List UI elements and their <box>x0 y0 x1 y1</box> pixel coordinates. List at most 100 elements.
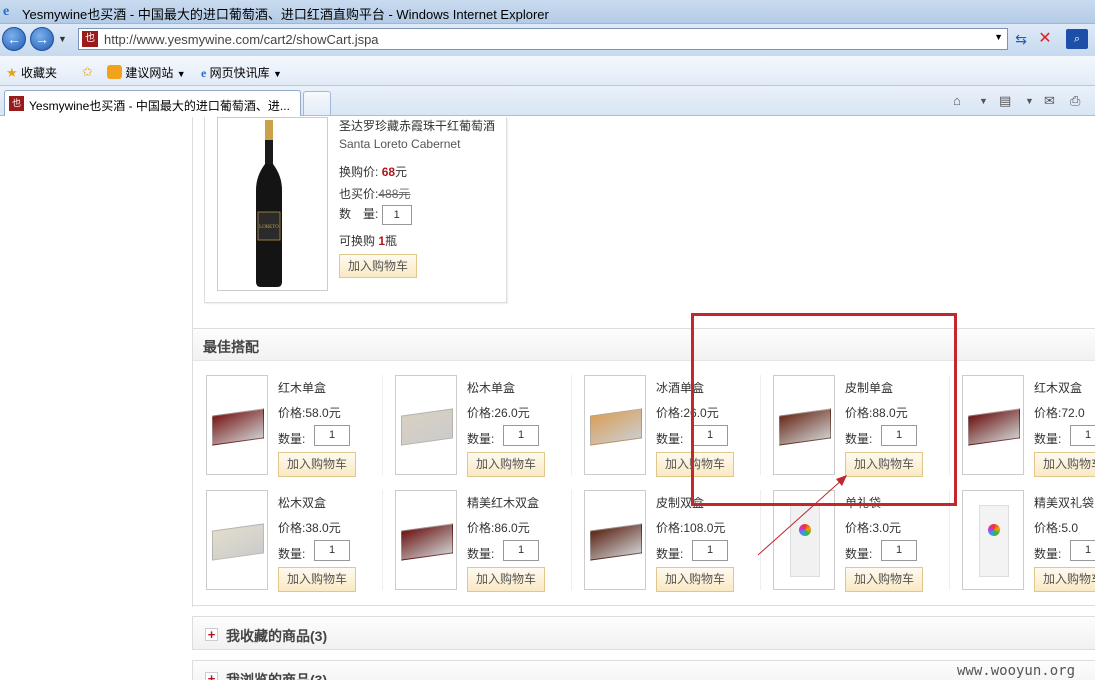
gift-box-image[interactable] <box>584 375 646 475</box>
wine-bottle-icon: LORETO <box>256 120 282 287</box>
best-match-item: 松木单盒价格:26.0元 数量: 1 加入购物车 <box>395 375 584 477</box>
suggested-sites-dropdown-icon: ▼ <box>176 69 186 79</box>
address-dropdown-icon[interactable]: ▼ <box>994 32 1003 42</box>
add-to-cart-button[interactable]: 加入购物车 <box>1034 452 1095 477</box>
expand-plus-icon[interactable]: + <box>205 672 218 680</box>
left-blank-area <box>0 117 192 680</box>
favorites-button[interactable]: ★ 收藏夹 <box>6 64 57 81</box>
gift-box-icon <box>212 408 264 446</box>
add-favorites-button[interactable]: ✩ <box>82 64 93 80</box>
best-match-item-name[interactable]: 精美红木双盒 <box>467 494 539 511</box>
stop-button[interactable]: ✕ <box>1034 29 1056 49</box>
home-dropdown-icon[interactable]: ▼ <box>979 96 988 106</box>
rss-dropdown-icon[interactable]: ▼ <box>1025 96 1034 106</box>
best-match-item-name[interactable]: 松木单盒 <box>467 379 515 396</box>
exchange-add-to-cart-button[interactable]: 加入购物车 <box>339 254 418 278</box>
red-arrow-annotation <box>757 475 847 556</box>
address-url[interactable]: http://www.yesmywine.com/cart2/showCart.… <box>104 32 379 47</box>
mail-icon[interactable]: ✉ <box>1044 93 1055 109</box>
best-match-item-name[interactable]: 松木双盒 <box>278 494 326 511</box>
qty-input[interactable]: 1 <box>881 540 917 561</box>
refresh-button[interactable]: ⇆ <box>1010 29 1032 49</box>
gift-box-icon <box>590 408 642 446</box>
address-bar[interactable]: 也 http://www.yesmywine.com/cart2/showCar… <box>78 28 1008 50</box>
exchange-qty-input[interactable]: 1 <box>381 205 412 225</box>
gift-box-image[interactable] <box>584 490 646 590</box>
rss-feed-icon[interactable]: ▤ <box>999 93 1011 109</box>
exchange-qty-label: 数 量: <box>339 207 379 222</box>
best-match-item-price: 价格:58.0元 <box>278 404 341 421</box>
list-price-value: 488元 <box>378 187 411 201</box>
tab-label: Yesmywine也买酒 - 中国最大的进口葡萄酒、进... <box>29 99 290 113</box>
best-match-header: 最佳搭配 <box>193 329 1095 361</box>
add-to-cart-button[interactable]: 加入购物车 <box>1034 567 1095 592</box>
gift-box-image[interactable] <box>962 490 1024 590</box>
qty-input[interactable]: 1 <box>1070 425 1095 446</box>
qty-input[interactable]: 1 <box>314 540 350 561</box>
qty-label: 数量: <box>656 547 684 561</box>
wine-bottle-image[interactable]: LORETO <box>217 117 328 291</box>
add-to-cart-button[interactable]: 加入购物车 <box>278 567 357 592</box>
exchange-add-row: 加入购物车 <box>339 254 418 278</box>
price-value: 58.0元 <box>305 406 341 420</box>
search-provider-icon[interactable]: ⌕ <box>1066 29 1088 49</box>
expand-plus-icon[interactable]: + <box>205 628 218 641</box>
price-label: 价格: <box>656 406 684 420</box>
best-match-title: 最佳搭配 <box>203 339 259 355</box>
home-icon[interactable]: ⌂ <box>953 93 961 108</box>
exchange-product-card: LORETO 圣达罗珍藏赤霞珠干红葡萄酒 Santa Loreto Cabern… <box>204 117 507 303</box>
best-match-item-price: 价格:38.0元 <box>278 519 341 536</box>
best-match-item-name[interactable]: 精美双礼袋 <box>1034 494 1094 511</box>
best-match-item: 红木双盒价格:72.0 数量: 1 加入购物车 <box>962 375 1095 477</box>
exchange-limit-unit: 瓶 <box>385 234 398 248</box>
exchange-product-name-cn[interactable]: 圣达罗珍藏赤霞珠干红葡萄酒 <box>339 117 495 134</box>
site-favicon-icon: 也 <box>82 31 98 47</box>
best-match-item-name[interactable]: 红木双盒 <box>1034 379 1082 396</box>
window-titlebar: e Yesmywine也买酒 - 中国最大的进口葡萄酒、进口红酒直购平台 - W… <box>0 0 1095 24</box>
price-label: 价格: <box>467 521 495 535</box>
favorites-section-header[interactable]: + 我收藏的商品(3) <box>192 616 1095 650</box>
best-match-item: 精美红木双盒 价格:86.0元 数量: 1 加入购物车 <box>395 490 584 592</box>
browsed-section-title: 我浏览的商品(3) <box>226 672 328 680</box>
suggested-sites-icon <box>107 65 122 79</box>
best-match-panel: 最佳搭配 红木单盒 价格:58.0元 数量: 1 加入购物车 松木单盒 价格:26.0元 数量… <box>192 328 1095 606</box>
item-separator <box>571 490 572 590</box>
best-match-item-name[interactable]: 红木单盒 <box>278 379 326 396</box>
add-to-cart-button[interactable]: 加入购物车 <box>467 452 546 477</box>
qty-label: 数量: <box>1034 547 1062 561</box>
qty-input[interactable]: 1 <box>692 540 728 561</box>
add-to-cart-button[interactable]: 加入购物车 <box>278 452 357 477</box>
best-match-item: 松木双盒 价格:38.0元 数量: 1 加入购物车 <box>206 490 395 592</box>
exchange-limit-label: 可换购 <box>339 234 376 248</box>
price-value: 38.0元 <box>305 521 341 535</box>
svg-text:LORETO: LORETO <box>259 225 279 230</box>
gift-box-image[interactable] <box>395 375 457 475</box>
web-slice-gallery-button[interactable]: e 网页快讯库 ▼ <box>201 64 282 81</box>
gift-box-image[interactable] <box>206 375 268 475</box>
price-label: 价格: <box>656 521 684 535</box>
new-tab-button[interactable] <box>303 91 331 115</box>
gift-box-image[interactable] <box>395 490 457 590</box>
tab-yesmywine[interactable]: 也 Yesmywine也买酒 - 中国最大的进口葡萄酒、进... <box>4 90 301 116</box>
add-to-cart-button[interactable]: 加入购物车 <box>656 567 735 592</box>
price-label: 价格: <box>1034 406 1062 420</box>
qty-input[interactable]: 1 <box>503 425 539 446</box>
ie-page-icon: e <box>201 66 207 80</box>
qty-label: 数量: <box>467 432 495 446</box>
gift-box-image[interactable] <box>962 375 1024 475</box>
forward-button[interactable]: → <box>30 27 54 51</box>
suggested-sites-button[interactable]: 建议网站 ▼ <box>107 64 186 81</box>
qty-input[interactable]: 1 <box>314 425 350 446</box>
gift-box-image[interactable] <box>206 490 268 590</box>
add-to-cart-button[interactable]: 加入购物车 <box>845 567 924 592</box>
qty-label: 数量: <box>467 547 495 561</box>
qty-input[interactable]: 1 <box>503 540 539 561</box>
qty-input[interactable]: 1 <box>1070 540 1095 561</box>
back-button[interactable]: ← <box>2 27 26 51</box>
add-to-cart-button[interactable]: 加入购物车 <box>467 567 546 592</box>
print-icon[interactable]: ⎙ <box>1070 93 1080 109</box>
best-match-item-price: 价格:26.0元 <box>467 404 530 421</box>
history-dropdown-icon[interactable]: ▼ <box>58 34 67 44</box>
item-separator <box>382 490 383 590</box>
watermark-text: www.wooyun.org <box>957 663 1076 679</box>
